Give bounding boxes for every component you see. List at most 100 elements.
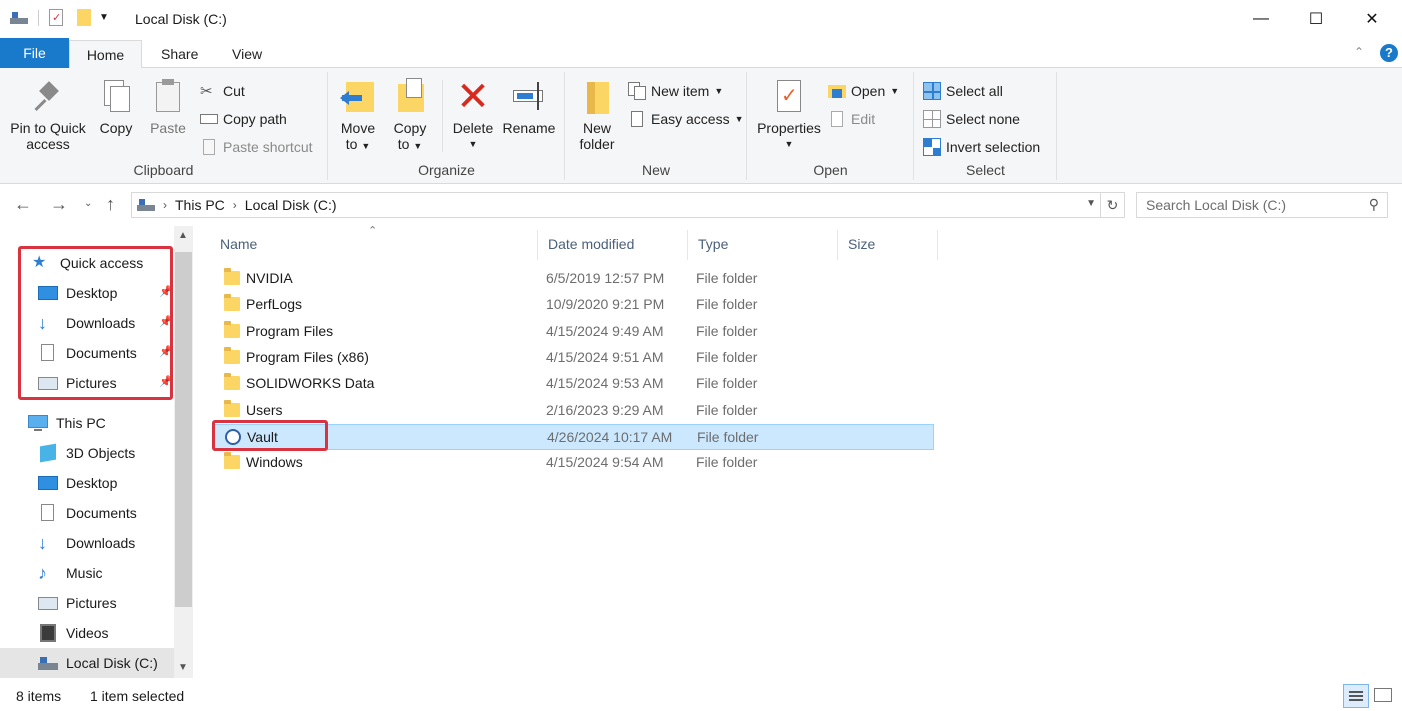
column-header-size[interactable]: Size	[838, 230, 938, 260]
file-date-modified: 4/15/2024 9:49 AM	[546, 322, 664, 339]
file-row[interactable]: Vault 4/26/2024 10:17 AM File folder	[214, 423, 934, 450]
file-row[interactable]: SOLIDWORKS Data 4/15/2024 9:53 AM File fol…	[214, 371, 934, 397]
nav-3d-objects[interactable]: 3D Objects	[0, 438, 175, 468]
navigation-pane-scrollbar[interactable]: ▲ ▼	[174, 226, 193, 678]
breadcrumb-separator-icon[interactable]: ›	[163, 198, 167, 212]
delete-button[interactable]: ✕ Delete ▼	[449, 75, 497, 152]
move-to-button[interactable]: Move to ▼	[335, 78, 381, 154]
column-header-date-modified[interactable]: Date modified	[538, 230, 688, 260]
properties-icon[interactable]: ✓	[49, 9, 63, 26]
file-row[interactable]: NVIDIA 6/5/2019 12:57 PM File folder	[214, 266, 934, 292]
tab-home[interactable]: Home	[69, 40, 142, 71]
paste-icon	[150, 78, 186, 116]
collapse-ribbon-icon[interactable]: ⌃	[1354, 45, 1364, 59]
delete-x-icon: ✕	[456, 75, 490, 119]
nav-quick-pictures[interactable]: Pictures 📌	[0, 368, 175, 398]
select-all-button[interactable]: Select all	[923, 81, 1003, 101]
file-date-modified: 4/15/2024 9:51 AM	[546, 348, 664, 365]
nav-quick-documents[interactable]: Documents 📌	[0, 338, 175, 368]
details-view-button[interactable]	[1343, 684, 1369, 708]
refresh-icon[interactable]: ↻	[1100, 193, 1124, 217]
pin-icon[interactable]: 📌	[159, 347, 173, 359]
recent-locations-chevron-icon[interactable]: ⌄	[84, 198, 92, 209]
file-date-modified: 4/15/2024 9:53 AM	[546, 375, 664, 392]
group-open: ✓ Properties ▼ Open ▼ Edit Open	[748, 72, 914, 180]
file-row[interactable]: Program Files 4/15/2024 9:49 AM File folde…	[214, 319, 934, 345]
breadcrumb-this-pc[interactable]: This PC	[175, 197, 225, 213]
large-icons-view-button[interactable]	[1374, 688, 1392, 702]
file-row[interactable]: Users 2/16/2023 9:29 AM File folder	[214, 398, 934, 424]
vault-folder-icon	[225, 428, 241, 445]
copy-to-button[interactable]: Copy to ▼	[387, 78, 433, 154]
select-none-button[interactable]: Select none	[923, 109, 1020, 129]
folder-icon	[224, 399, 240, 417]
scroll-up-icon[interactable]: ▲	[178, 230, 188, 241]
tab-file[interactable]: File	[0, 38, 69, 68]
nav-documents[interactable]: Documents	[0, 498, 175, 528]
close-button[interactable]: ✕	[1345, 0, 1399, 38]
search-icon[interactable]: ⚲	[1369, 196, 1379, 213]
folder-icon	[579, 78, 615, 116]
maximize-button[interactable]: ☐	[1289, 0, 1343, 38]
cut-button[interactable]: ✂ Cut	[200, 81, 245, 101]
column-header-name[interactable]: Name	[210, 230, 538, 260]
properties-button[interactable]: ✓ Properties ▼	[752, 78, 826, 152]
new-item-button[interactable]: New item ▼	[628, 81, 723, 101]
tab-share[interactable]: Share	[145, 40, 214, 68]
file-type: File folder	[696, 375, 758, 392]
clipboard-group-label: Clipboard	[133, 162, 194, 178]
nav-quick-desktop[interactable]: Desktop 📌	[0, 278, 175, 308]
file-row[interactable]: Windows 4/15/2024 9:54 AM File folder	[214, 450, 934, 476]
pin-to-quick-access-button[interactable]: Pin to Quick access	[6, 78, 90, 152]
file-row[interactable]: Program Files (x86) 4/15/2024 9:51 AM File…	[214, 345, 934, 371]
pictures-icon	[38, 373, 58, 393]
forward-arrow-icon[interactable]: →	[50, 194, 68, 215]
pin-icon[interactable]: 📌	[159, 317, 173, 329]
nav-quick-access[interactable]: ★ Quick access	[0, 248, 175, 278]
address-history-chevron-icon[interactable]: ▼	[1086, 198, 1096, 209]
invert-selection-button[interactable]: Invert selection	[923, 137, 1040, 157]
nav-this-pc[interactable]: This PC	[0, 408, 175, 438]
chevron-down-icon[interactable]: ▼	[99, 12, 109, 23]
ribbon-tabs: File Home Share View ⌃ ?	[0, 38, 1402, 71]
drive-icon[interactable]	[10, 11, 28, 24]
nav-local-disk[interactable]: Local Disk (C:)	[0, 648, 175, 678]
breadcrumb-local-disk[interactable]: Local Disk (C:)	[245, 197, 337, 213]
pin-icon[interactable]: 📌	[159, 377, 173, 389]
new-folder-button[interactable]: New folder	[572, 78, 622, 152]
file-date-modified: 2/16/2023 9:29 AM	[546, 401, 664, 418]
easy-access-button[interactable]: Easy access ▼	[628, 109, 744, 129]
copy-button[interactable]: Copy	[94, 78, 138, 136]
file-date-modified: 4/26/2024 10:17 AM	[547, 428, 673, 445]
nav-downloads[interactable]: ↓ Downloads	[0, 528, 175, 558]
address-bar[interactable]: › This PC › Local Disk (C:) ▼ ↻	[131, 192, 1125, 218]
file-name: Users	[246, 401, 283, 418]
file-row[interactable]: PerfLogs 10/9/2020 9:21 PM File folder	[214, 292, 934, 318]
column-header-type[interactable]: Type	[688, 230, 838, 260]
open-folder-icon	[828, 82, 846, 100]
videos-icon	[38, 623, 58, 643]
breadcrumb-separator-icon[interactable]: ›	[233, 198, 237, 212]
paste-shortcut-button[interactable]: Paste shortcut	[200, 137, 313, 157]
back-arrow-icon[interactable]: ←	[14, 194, 32, 215]
nav-music[interactable]: ♪ Music	[0, 558, 175, 588]
nav-desktop[interactable]: Desktop	[0, 468, 175, 498]
paste-button[interactable]: Paste	[146, 78, 190, 136]
rename-button[interactable]: Rename	[501, 78, 557, 136]
nav-videos[interactable]: Videos	[0, 618, 175, 648]
search-box[interactable]: Search Local Disk (C:) ⚲	[1136, 192, 1388, 218]
3d-objects-icon	[38, 443, 58, 463]
new-folder-icon[interactable]	[77, 9, 91, 26]
open-button[interactable]: Open ▼	[828, 81, 899, 101]
nav-quick-downloads[interactable]: ↓ Downloads 📌	[0, 308, 175, 338]
nav-pictures[interactable]: Pictures	[0, 588, 175, 618]
pin-icon[interactable]: 📌	[159, 287, 173, 299]
copy-path-button[interactable]: Copy path	[200, 109, 287, 129]
minimize-button[interactable]: —	[1234, 0, 1288, 38]
scroll-down-icon[interactable]: ▼	[178, 662, 188, 673]
tab-view[interactable]: View	[216, 40, 278, 68]
help-icon[interactable]: ?	[1380, 44, 1398, 62]
scrollbar-thumb[interactable]	[175, 252, 192, 607]
edit-button[interactable]: Edit	[828, 109, 875, 129]
up-arrow-icon[interactable]: ↑	[106, 194, 115, 215]
